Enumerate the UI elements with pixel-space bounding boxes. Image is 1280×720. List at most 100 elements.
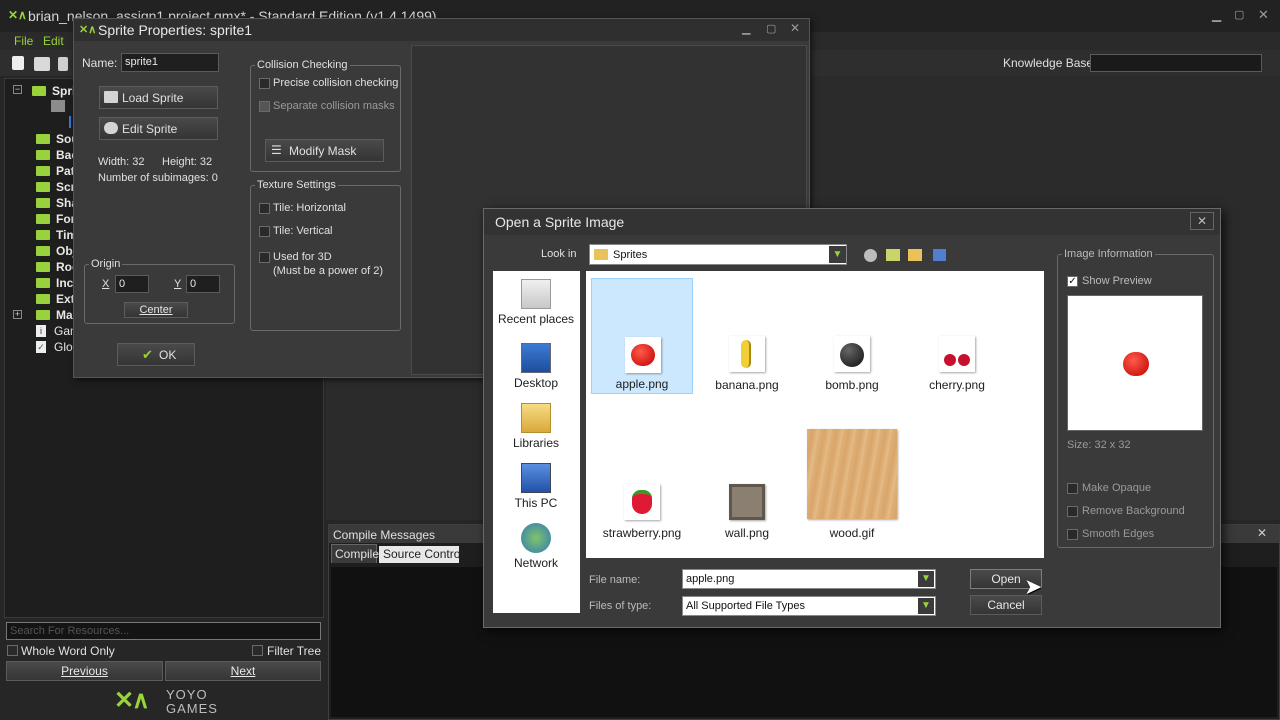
place-desktop[interactable]: Desktop xyxy=(493,343,579,390)
look-in-select[interactable]: Sprites ▼ xyxy=(589,244,847,265)
file-item-wall[interactable]: wall.png xyxy=(696,426,798,542)
tree-item-fonts[interactable]: Fon xyxy=(36,211,78,227)
file-type-select[interactable]: All Supported File Types ▼ xyxy=(682,596,936,616)
apple-shape xyxy=(631,344,655,366)
tab-compile[interactable]: Compile xyxy=(331,544,379,563)
bomb-shape xyxy=(840,343,864,367)
places-bar: Recent places Desktop Libraries This PC … xyxy=(493,271,580,613)
open-folder-icon[interactable] xyxy=(34,57,50,71)
tree-item-scripts[interactable]: Scr xyxy=(36,179,75,195)
new-file-icon[interactable] xyxy=(12,56,24,70)
filter-tree-checkbox[interactable] xyxy=(252,645,263,656)
yoyo-games-logo: ✕∧ YOYO GAMES xyxy=(114,686,224,718)
knowledge-base-input[interactable] xyxy=(1090,54,1262,72)
used-for-3d-label: Used for 3D xyxy=(273,251,332,263)
menu-file[interactable]: File xyxy=(14,34,33,48)
modify-mask-button[interactable]: ☰ Modify Mask xyxy=(265,139,384,162)
file-name-dropdown-icon[interactable]: ▼ xyxy=(918,571,934,587)
file-list: apple.png banana.png bomb.png cherry.png xyxy=(586,271,1044,558)
sprite-props-minimize-icon[interactable]: ▁ xyxy=(742,22,750,35)
file-name-strawberry: strawberry.png xyxy=(602,526,682,540)
compile-close-icon[interactable]: ✕ xyxy=(1257,526,1267,540)
file-item-cherry[interactable]: cherry.png xyxy=(906,278,1008,394)
menu-edit[interactable]: Edit xyxy=(43,34,64,48)
load-sprite-label: Load Sprite xyxy=(122,91,184,105)
center-label: Center xyxy=(139,304,173,316)
view-menu-icon[interactable] xyxy=(933,249,946,261)
center-button[interactable]: Center xyxy=(124,302,188,318)
origin-y-input[interactable]: 0 xyxy=(186,275,220,293)
look-in-dropdown-icon[interactable]: ▼ xyxy=(829,246,846,263)
smooth-edges-label: Smooth Edges xyxy=(1082,528,1155,540)
load-sprite-button[interactable]: Load Sprite xyxy=(99,86,218,109)
close-icon[interactable]: ✕ xyxy=(1258,7,1269,23)
folder-icon xyxy=(36,245,50,256)
expand-collapse-icon[interactable]: − xyxy=(13,85,22,94)
tab-source-control[interactable]: Source Control xyxy=(379,546,463,563)
file-item-bomb[interactable]: bomb.png xyxy=(801,278,903,394)
origin-x-input[interactable]: 0 xyxy=(115,275,149,293)
tile-vertical-checkbox[interactable] xyxy=(259,226,270,237)
sprite-props-maximize-icon[interactable]: ▢ xyxy=(766,22,776,35)
sprite-thumb-icon[interactable] xyxy=(51,100,65,112)
save-icon[interactable] xyxy=(58,57,68,71)
origin-x-label: X xyxy=(102,278,110,290)
tree-item-timelines[interactable]: Tim xyxy=(36,227,77,243)
sprite-props-close-icon[interactable]: ✕ xyxy=(790,21,800,35)
tree-item-shaders[interactable]: Sha xyxy=(36,195,78,211)
expand-icon[interactable]: + xyxy=(13,310,22,319)
tree-item-included-files[interactable]: Incl xyxy=(36,275,77,291)
up-folder-icon[interactable] xyxy=(886,249,900,261)
ok-button[interactable]: ✔ OK xyxy=(117,343,195,366)
file-name-input[interactable]: apple.png ▼ xyxy=(682,569,936,589)
new-folder-icon[interactable] xyxy=(908,249,922,261)
whole-word-checkbox[interactable] xyxy=(7,645,18,656)
file-name-banana: banana.png xyxy=(715,378,779,392)
place-network-label: Network xyxy=(513,556,558,570)
place-libraries[interactable]: Libraries xyxy=(493,403,579,450)
smooth-edges-checkbox[interactable] xyxy=(1067,529,1078,540)
file-type-value: All Supported File Types xyxy=(686,600,806,612)
look-in-label: Look in xyxy=(541,248,577,260)
place-network[interactable]: Network xyxy=(493,523,579,570)
search-resources-input[interactable]: Search For Resources... xyxy=(6,622,321,640)
dialog-close-icon[interactable]: ✕ xyxy=(1190,212,1214,230)
sprite-name-input[interactable]: sprite1 xyxy=(121,53,219,72)
make-opaque-checkbox[interactable] xyxy=(1067,483,1078,494)
tile-horizontal-checkbox[interactable] xyxy=(259,203,270,214)
remove-background-checkbox[interactable] xyxy=(1067,506,1078,517)
recent-places-icon xyxy=(521,279,551,309)
place-recent[interactable]: Recent places xyxy=(493,279,579,326)
open-sprite-dialog: Open a Sprite Image ✕ Look in Sprites ▼ … xyxy=(483,208,1221,628)
separate-masks-checkbox[interactable] xyxy=(259,101,270,112)
precise-collision-checkbox[interactable] xyxy=(259,78,270,89)
place-this-pc[interactable]: This PC xyxy=(493,463,579,510)
maximize-icon[interactable]: ▢ xyxy=(1234,8,1244,21)
folder-icon xyxy=(36,213,50,224)
tree-item-backgrounds[interactable]: Bac xyxy=(36,147,78,163)
next-button[interactable]: Next xyxy=(165,661,321,681)
tree-item-paths[interactable]: Pat xyxy=(36,163,75,179)
back-icon[interactable] xyxy=(864,249,877,262)
yoyo-mark-icon: ✕∧ xyxy=(114,687,150,714)
folder-icon xyxy=(36,133,50,144)
network-icon xyxy=(521,523,551,553)
file-item-strawberry[interactable]: strawberry.png xyxy=(591,426,693,542)
minimize-icon[interactable]: ▁ xyxy=(1212,8,1221,22)
file-name-label: File name: xyxy=(589,574,641,586)
used-for-3d-checkbox[interactable] xyxy=(259,252,270,263)
file-item-wood[interactable]: wood.gif xyxy=(801,426,903,542)
file-item-banana[interactable]: banana.png xyxy=(696,278,798,394)
tree-item-objects[interactable]: Obj xyxy=(36,243,76,259)
previous-button[interactable]: Previous xyxy=(6,661,163,681)
tab-source-control-label: Source Control xyxy=(383,547,464,561)
edit-sprite-button[interactable]: Edit Sprite xyxy=(99,117,218,140)
show-preview-checkbox[interactable]: ✓ xyxy=(1067,276,1078,287)
file-type-dropdown-icon[interactable]: ▼ xyxy=(918,598,934,614)
image-preview-box xyxy=(1067,295,1203,431)
collision-checking-group: Collision Checking Precise collision che… xyxy=(250,59,401,172)
tree-item-sprites[interactable]: Spri xyxy=(32,83,75,99)
open-label: Open xyxy=(991,572,1021,586)
sprite-props-title: Sprite Properties: sprite1 xyxy=(98,22,253,38)
file-item-apple[interactable]: apple.png xyxy=(591,278,693,394)
